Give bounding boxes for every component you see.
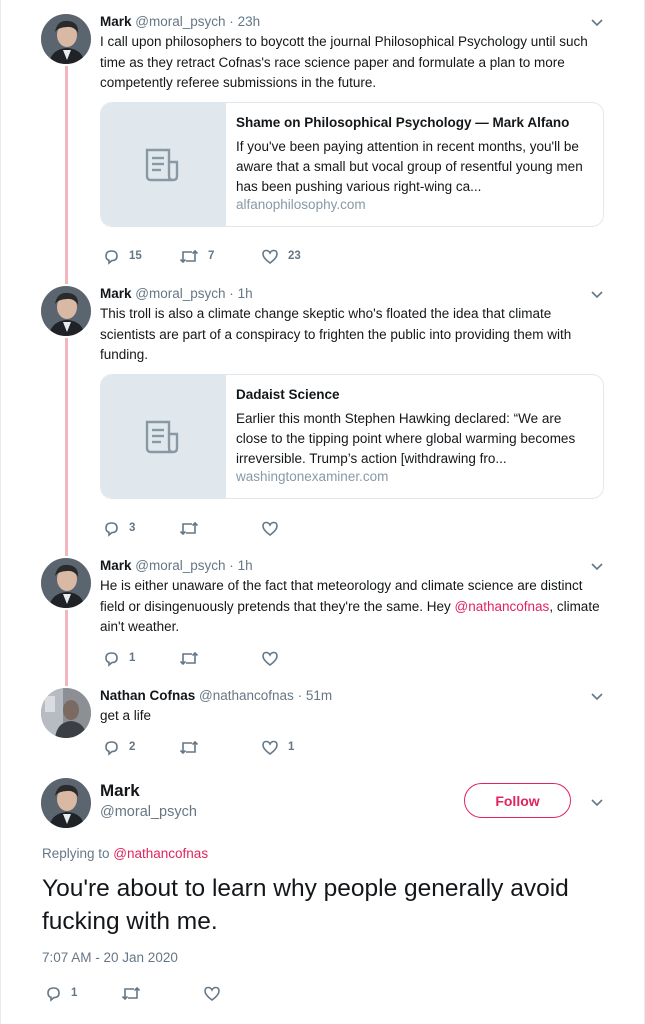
author-handle[interactable]: @moral_psych <box>100 804 197 820</box>
tweet-text: This troll is also a climate change skep… <box>100 306 572 362</box>
avatar[interactable] <box>41 688 91 738</box>
reply-button[interactable]: 15 <box>103 247 142 265</box>
mention-link[interactable]: @nathancofnas <box>455 599 550 614</box>
tweet-header: Mark @moral_psych · 1h <box>100 558 253 573</box>
document-icon <box>145 420 179 454</box>
like-button[interactable] <box>203 984 230 1002</box>
card-title: Shame on Philosophical Psychology — Mark… <box>236 115 570 130</box>
tweet-time[interactable]: 1h <box>238 286 253 301</box>
author-handle[interactable]: @nathancofnas <box>199 688 294 703</box>
retweet-button[interactable] <box>179 738 208 756</box>
tweet-header: Mark @moral_psych · 1h <box>100 286 253 301</box>
like-button[interactable] <box>261 519 288 537</box>
reply-count: 3 <box>129 522 136 534</box>
reply-button[interactable]: 3 <box>103 519 135 537</box>
chevron-down-icon[interactable] <box>590 795 604 809</box>
card-thumbnail <box>101 375 226 498</box>
heart-icon <box>262 651 278 666</box>
replying-to: Replying to @nathancofnas <box>42 846 208 861</box>
heart-icon <box>262 740 278 755</box>
retweet-button[interactable] <box>179 649 208 667</box>
retweet-count: 7 <box>208 250 215 262</box>
heart-icon <box>262 521 278 536</box>
separator: · <box>297 688 303 703</box>
tweet-timestamp[interactable]: 7:07 AM - 20 Jan 2020 <box>42 950 178 965</box>
like-button[interactable]: 23 <box>261 247 301 265</box>
conversation-frame: Mark @moral_psych · 23h I call upon phil… <box>0 0 645 1024</box>
retweet-icon <box>179 651 199 665</box>
reply-button[interactable]: 1 <box>45 984 77 1002</box>
document-icon <box>145 148 179 182</box>
reply-icon <box>105 740 118 756</box>
heart-icon <box>262 249 278 264</box>
author-name[interactable]: Mark <box>100 781 140 801</box>
mention-link[interactable]: @nathancofnas <box>113 846 208 861</box>
tweet-text: get a life <box>100 708 152 723</box>
link-card[interactable]: Dadaist Science Earlier this month Steph… <box>100 374 604 499</box>
retweet-button[interactable]: 7 <box>179 247 214 265</box>
author-name[interactable]: Mark <box>100 14 132 29</box>
chevron-down-icon[interactable] <box>590 15 604 29</box>
chevron-down-icon[interactable] <box>590 689 604 703</box>
tweet-header: Nathan Cofnas @nathancofnas · 51m <box>100 688 332 703</box>
heart-icon <box>204 986 220 1001</box>
tweet-header: Mark @moral_psych · 23h <box>100 14 260 29</box>
retweet-icon <box>121 986 141 1000</box>
retweet-icon <box>179 521 199 535</box>
card-description: If you've been paying attention in recen… <box>236 139 583 194</box>
like-button[interactable]: 1 <box>261 738 294 756</box>
avatar[interactable] <box>41 286 91 336</box>
chevron-down-icon[interactable] <box>590 287 604 301</box>
avatar[interactable] <box>41 778 91 828</box>
card-title: Dadaist Science <box>236 387 340 402</box>
reply-count: 1 <box>129 652 136 664</box>
reply-icon <box>105 249 118 265</box>
author-name[interactable]: Nathan Cofnas <box>100 688 195 703</box>
follow-button[interactable]: Follow <box>464 783 571 818</box>
tweet-time[interactable]: 1h <box>238 558 253 573</box>
tweet-text: I call upon philosophers to boycott the … <box>100 34 588 90</box>
card-description: Earlier this month Stephen Hawking decla… <box>236 411 576 466</box>
like-count: 1 <box>288 741 295 753</box>
avatar[interactable] <box>41 558 91 608</box>
tweet-time[interactable]: 51m <box>306 688 332 703</box>
reply-icon <box>105 651 118 667</box>
tweet-text: You're about to learn why people general… <box>42 875 569 935</box>
author-name[interactable]: Mark <box>100 558 132 573</box>
reply-icon <box>105 521 118 537</box>
thread-line <box>65 338 68 556</box>
reply-icon <box>47 986 60 1002</box>
card-domain: washingtonexaminer.com <box>236 469 389 484</box>
tweet[interactable]: Mark @moral_psych · 23h I call upon phil… <box>1 0 645 278</box>
card-domain: alfanophilosophy.com <box>236 197 366 212</box>
tweet-time[interactable]: 23h <box>238 14 261 29</box>
author-handle[interactable]: @moral_psych <box>135 286 225 301</box>
tweet-text: He is either unaware of the fact that me… <box>100 576 600 638</box>
avatar[interactable] <box>41 14 91 64</box>
author-name[interactable]: Mark <box>100 286 132 301</box>
thread-line <box>65 610 68 686</box>
retweet-icon <box>179 249 199 263</box>
chevron-down-icon[interactable] <box>590 559 604 573</box>
retweet-button[interactable] <box>121 984 150 1002</box>
separator: · <box>229 558 234 573</box>
like-button[interactable] <box>261 649 288 667</box>
reply-count: 2 <box>129 741 136 753</box>
reply-button[interactable]: 1 <box>103 649 135 667</box>
separator: · <box>229 14 234 29</box>
reply-count: 15 <box>129 250 142 262</box>
retweet-button[interactable] <box>179 519 208 537</box>
replying-prefix: Replying to <box>42 846 114 861</box>
reply-button[interactable]: 2 <box>103 738 135 756</box>
author-handle[interactable]: @moral_psych <box>135 558 225 573</box>
like-count: 23 <box>288 250 301 262</box>
separator: · <box>229 286 234 301</box>
retweet-icon <box>179 740 199 754</box>
card-thumbnail <box>101 103 226 226</box>
link-card[interactable]: Shame on Philosophical Psychology — Mark… <box>100 102 604 227</box>
author-handle[interactable]: @moral_psych <box>135 14 225 29</box>
reply-count: 1 <box>71 987 78 999</box>
